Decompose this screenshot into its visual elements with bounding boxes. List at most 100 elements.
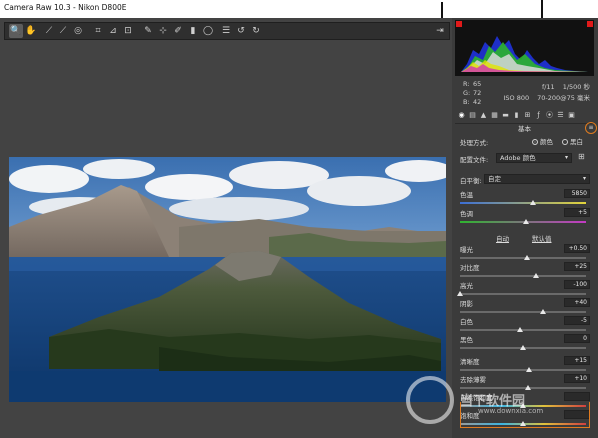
treatment-bw-radio[interactable]: 黑白 (562, 136, 583, 146)
slider-label-tint: 色调 (460, 210, 473, 218)
slider-label-shadows: 阴影 (460, 300, 473, 308)
white-balance-label: 白平衡: (460, 177, 482, 185)
slider-value-clarity[interactable]: +15 (564, 356, 590, 365)
slider-label-dehaze: 去除薄雾 (460, 376, 486, 384)
red-eye-icon[interactable]: ⊹ (156, 24, 170, 38)
straighten-icon[interactable]: ⊿ (106, 24, 120, 38)
zoom-icon[interactable]: 🔍 (9, 24, 23, 38)
tab-transform-icon[interactable]: ⊞ (523, 110, 532, 120)
lens: 70-200@75 毫米 (537, 94, 590, 102)
slider-label-highlights: 高光 (460, 282, 473, 290)
tab-presets-icon[interactable]: ☰ (556, 110, 565, 120)
camera-raw-window: 🔍 ✋ ⟋ ⟋ ◎ ⌗ ⊿ ⊡ ✎ ⊹ ✐ ▮ ◯ ☰ ↺ ↻ ⇥ R: 65 … (0, 18, 598, 438)
g-value: 72 (473, 89, 482, 97)
profile-label: 配置文件: (460, 156, 489, 164)
white-balance-icon[interactable]: ⟋ (42, 24, 56, 38)
slider-value-temp[interactable]: 5850 (564, 189, 590, 198)
tab-split-toning-icon[interactable]: ▬ (501, 110, 510, 120)
slider-value-exposure[interactable]: +0.50 (564, 244, 590, 253)
slider-track-shadows[interactable] (460, 311, 586, 313)
tab-effects-icon[interactable]: ƒ (534, 110, 543, 120)
tab-tone-curve-icon[interactable]: ▤ (468, 110, 477, 120)
watermark-logo-icon (406, 376, 454, 424)
profile-browser-icon[interactable]: ⊞ (578, 152, 585, 161)
slider-value-highlights[interactable]: -100 (564, 280, 590, 289)
panel-tabs: ◉ ▤ ▲ ▦ ▬ ▮ ⊞ ƒ ⦿ ☰ ▣ (455, 110, 594, 122)
tab-detail-icon[interactable]: ▲ (479, 110, 488, 120)
slider-thumb-shadows[interactable] (540, 309, 547, 314)
color-sampler-icon[interactable]: ⟋ (56, 24, 70, 38)
toolbar: 🔍 ✋ ⟋ ⟋ ◎ ⌗ ⊿ ⊡ ✎ ⊹ ✐ ▮ ◯ ☰ ↺ ↻ ⇥ (4, 22, 450, 40)
slider-value-whites[interactable]: -5 (564, 316, 590, 325)
adjustment-panel: R: 65 G: 72 B: 42 f/11 1/500 秒 ISO 800 70-200… (452, 18, 598, 438)
spot-removal-icon[interactable]: ✎ (141, 24, 155, 38)
exif-info: f/11 1/500 秒 ISO 800 70-200@75 毫米 (495, 82, 590, 104)
rgb-values: R: 65 G: 72 B: 42 (463, 80, 482, 106)
camera-readout: R: 65 G: 72 B: 42 f/11 1/500 秒 ISO 800 70-200… (455, 78, 594, 108)
transform-icon[interactable]: ⊡ (121, 24, 135, 38)
open-preferences-icon[interactable]: ⇥ (433, 24, 447, 38)
target-adjust-icon[interactable]: ◎ (71, 24, 85, 38)
slider-thumb-blacks[interactable] (520, 345, 526, 350)
b-value: 42 (473, 98, 482, 106)
slider-label-exposure: 曝光 (460, 246, 473, 254)
hand-icon[interactable]: ✋ (24, 24, 38, 38)
treatment-label: 处理方式: (460, 139, 489, 147)
slider-thumb-clarity[interactable] (526, 367, 533, 372)
slider-label-blacks: 黑色 (460, 336, 473, 344)
slider-thumb-tint[interactable] (522, 219, 529, 224)
image-preview[interactable] (4, 42, 450, 438)
default-button[interactable]: 默认值 (532, 233, 552, 243)
rotate-ccw-icon[interactable]: ↺ (234, 24, 248, 38)
profile-dropdown[interactable]: Adobe 颜色 (496, 153, 572, 163)
radial-filter-icon[interactable]: ◯ (201, 24, 215, 38)
slider-thumb-whites[interactable] (517, 327, 524, 332)
tab-hsl-icon[interactable]: ▦ (490, 110, 499, 120)
slider-value-tint[interactable]: +5 (564, 208, 590, 217)
highlight-clipping-warning-icon[interactable] (587, 21, 593, 27)
slider-thumb-highlights[interactable] (457, 291, 463, 296)
slider-value-shadows[interactable]: +40 (564, 298, 590, 307)
adjustment-brush-icon[interactable]: ✐ (171, 24, 185, 38)
aperture: f/11 (541, 83, 555, 91)
slider-label-clarity: 清晰度 (460, 358, 480, 366)
slider-thumb-exposure[interactable] (523, 255, 530, 260)
white-balance-dropdown[interactable]: 自定 (484, 174, 590, 184)
r-value: 65 (473, 80, 482, 88)
slider-track-highlights[interactable] (460, 293, 586, 295)
window-title: Camera Raw 10.3 - Nikon D800E (4, 3, 127, 12)
slider-value-contrast[interactable]: +25 (564, 262, 590, 271)
shutter-speed: 1/500 秒 (562, 83, 590, 91)
shadow-clipping-warning-icon[interactable] (456, 21, 462, 27)
slider-thumb-dehaze[interactable] (525, 385, 532, 390)
tab-basic-icon[interactable]: ◉ (457, 110, 466, 120)
graduated-filter-icon[interactable]: ▮ (186, 24, 200, 38)
watermark-url: www.downxia.com (478, 407, 544, 415)
slider-track-temp[interactable] (460, 202, 586, 204)
slider-track-contrast[interactable] (460, 275, 586, 277)
slider-value-vibrance[interactable] (564, 392, 590, 401)
tab-snapshots-icon[interactable]: ▣ (567, 110, 576, 120)
treatment-color-radio[interactable]: 颜色 (532, 136, 553, 146)
slider-label-contrast: 对比度 (460, 264, 480, 272)
window-title-bar: Camera Raw 10.3 - Nikon D800E (0, 0, 598, 18)
slider-thumb-temp[interactable] (530, 200, 537, 205)
landscape-photo (9, 157, 446, 402)
slider-value-blacks[interactable]: 0 (564, 334, 590, 343)
slider-track-clarity[interactable] (460, 369, 586, 371)
slider-track-dehaze[interactable] (460, 387, 586, 389)
auto-button[interactable]: 自动 (496, 233, 509, 243)
histogram (455, 20, 594, 76)
iso: ISO 800 (503, 94, 530, 102)
crop-icon[interactable]: ⌗ (91, 24, 105, 38)
presets-list-icon[interactable]: ☰ (219, 24, 233, 38)
tab-lens-icon[interactable]: ▮ (512, 110, 521, 120)
panel-menu-icon[interactable]: ≡ (585, 122, 597, 134)
slider-thumb-contrast[interactable] (532, 273, 539, 278)
slider-label-whites: 白色 (460, 318, 473, 326)
rotate-cw-icon[interactable]: ↻ (249, 24, 263, 38)
section-title-basic: 基本 (455, 123, 594, 133)
slider-value-dehaze[interactable]: +10 (564, 374, 590, 383)
slider-label-temp: 色温 (460, 191, 473, 199)
tab-calibration-icon[interactable]: ⦿ (545, 110, 554, 120)
